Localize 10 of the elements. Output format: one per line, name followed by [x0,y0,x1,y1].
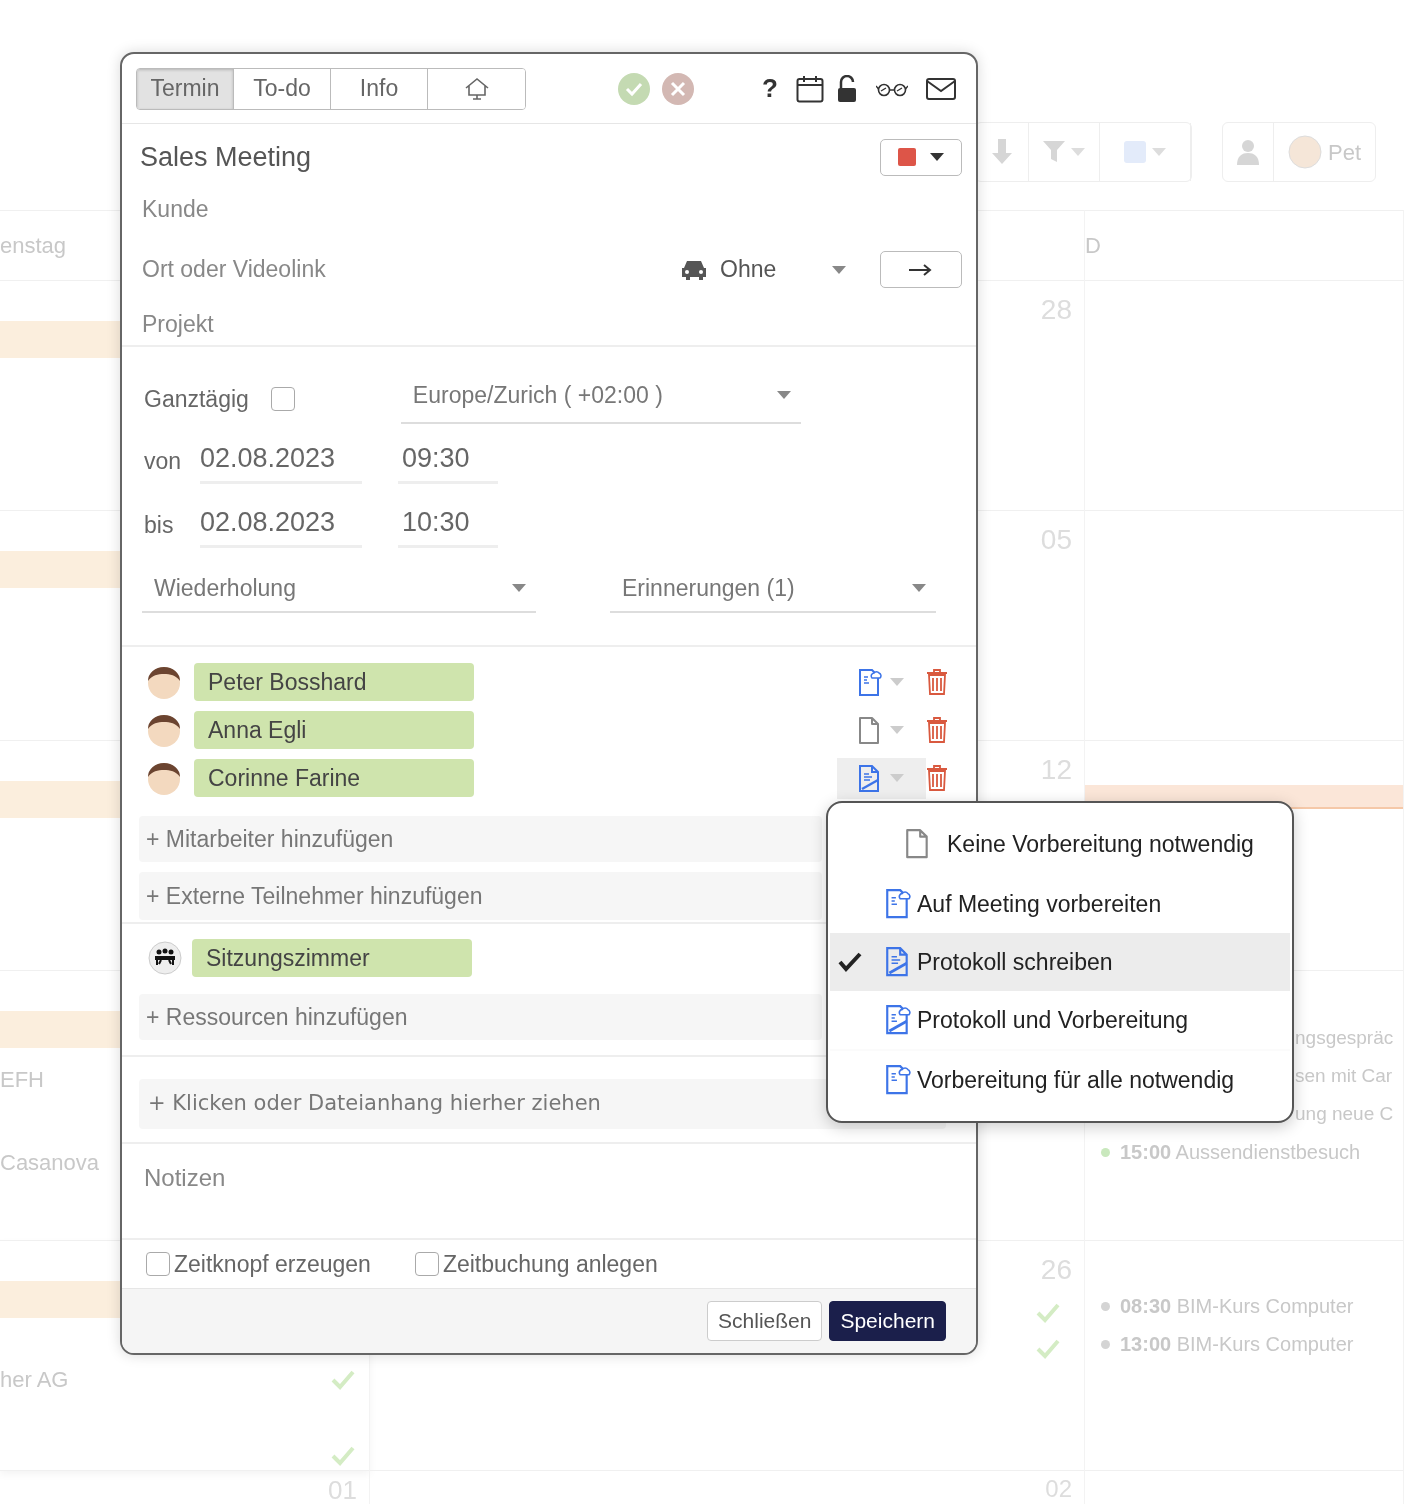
option-label: Zeitknopf erzeugen [174,1249,371,1279]
date-label: von [144,446,183,476]
participant-name: Corinne Farine [194,759,474,797]
event-title: Sales Meeting [140,140,313,174]
participant-name: Anna Egli [194,711,474,749]
option-label: Zeitbuchung anlegen [442,1249,658,1279]
resource-name: Sitzungszimmer [192,939,472,977]
all-day-label: Ganztägig [144,384,249,414]
participant-name: Peter Bosshard [194,663,474,701]
date-label: bis [144,510,175,540]
